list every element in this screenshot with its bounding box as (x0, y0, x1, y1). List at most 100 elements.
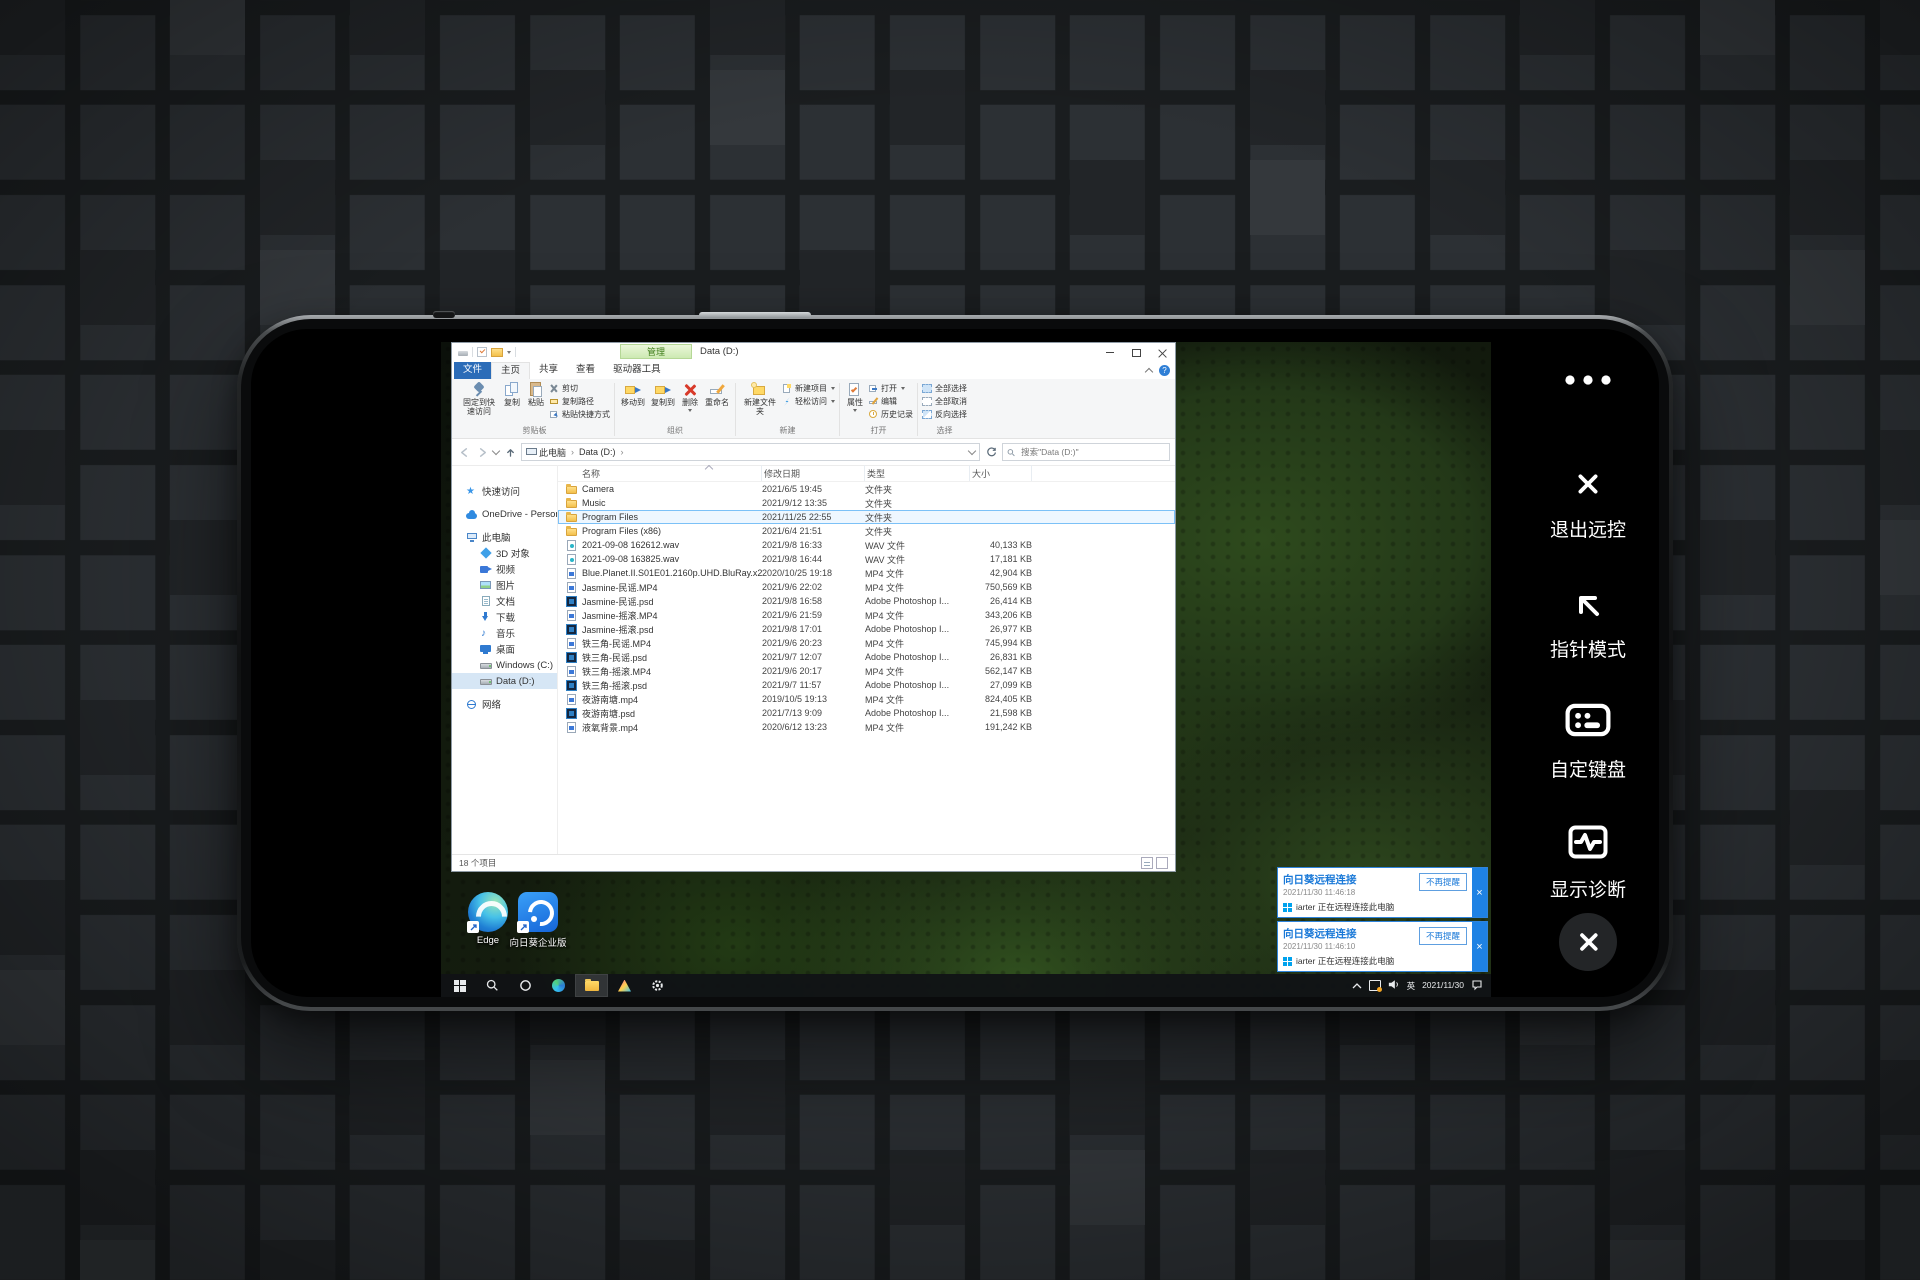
nav-item[interactable]: 桌面 (452, 641, 557, 657)
nav-item[interactable]: OneDrive - Persona (452, 506, 557, 522)
contextual-tab-manage[interactable]: 管理 (620, 344, 692, 359)
minimize-button[interactable] (1097, 343, 1123, 362)
file-row[interactable]: Jasmine-摇滚.psd 2021/9/8 17:01 Adobe Photos… (558, 622, 1175, 636)
nav-item[interactable]: 此电脑 (452, 529, 557, 545)
tab-share[interactable]: 共享 (530, 362, 567, 379)
file-row[interactable]: 夜游南塘.psd 2021/7/13 9:09 Adobe Photoshop I.… (558, 706, 1175, 720)
cut-button[interactable]: 剪切 (549, 383, 610, 394)
taskbar-edge-button[interactable] (542, 974, 575, 997)
qat-dropdown-icon[interactable] (507, 351, 511, 356)
desktop-icon-sunlogin[interactable]: 向日葵企业版 (507, 892, 569, 949)
breadcrumb-this-pc[interactable]: 此电脑 (539, 446, 566, 459)
remote-desktop-view[interactable]: 管理 Data (D:) 文件 主页 共享 查看 驱动器工具 ? 固定到快速访问… (441, 342, 1491, 997)
nav-item[interactable]: 3D 对象 (452, 545, 557, 561)
file-row[interactable]: Jasmine-民谣.MP4 2021/9/6 22:02 MP4 文件 750,56… (558, 580, 1175, 594)
taskbar-app-a-button[interactable] (608, 974, 641, 997)
tray-sunlogin-icon[interactable] (1368, 980, 1382, 992)
copy-button[interactable]: 复制 (501, 381, 523, 409)
close-button[interactable] (1149, 343, 1175, 362)
open-button[interactable]: 打开 (868, 383, 913, 394)
column-header-size[interactable]: 大小 (970, 465, 1032, 481)
nav-item[interactable]: 图片 (452, 577, 557, 593)
file-row[interactable]: 铁三角-摇滚.MP4 2021/9/6 20:17 MP4 文件 562,147 KB (558, 664, 1175, 678)
nav-item[interactable]: 视频 (452, 561, 557, 577)
file-row[interactable]: Jasmine-民谣.psd 2021/9/8 16:58 Adobe Photos… (558, 594, 1175, 608)
notification-close-button[interactable]: × (1472, 868, 1487, 917)
edit-button[interactable]: 编辑 (868, 396, 913, 407)
collapse-ribbon-icon[interactable] (1144, 367, 1154, 376)
file-row[interactable]: 夜游南塘.mp4 2019/10/5 19:13 MP4 文件 824,405 KB (558, 692, 1175, 706)
tray-clock[interactable]: 2021/11/30 (1422, 981, 1464, 990)
window-titlebar[interactable]: 管理 Data (D:) (452, 343, 1175, 362)
tab-drive-tools[interactable]: 驱动器工具 (604, 362, 670, 379)
action-center-button[interactable] (1471, 979, 1483, 993)
nav-item[interactable]: 快速访问 (452, 483, 557, 499)
file-row[interactable]: Program Files (x86) 2021/6/4 21:51 文件夹 (558, 524, 1175, 538)
nav-item[interactable]: Data (D:) (452, 673, 557, 689)
tab-file[interactable]: 文件 (454, 362, 492, 379)
taskbar-settings-button[interactable] (641, 974, 674, 997)
column-header-name[interactable]: 名称 (566, 465, 762, 481)
nav-item[interactable]: Windows (C:) (452, 657, 557, 673)
copy-to-button[interactable]: 复制到 (649, 381, 677, 409)
new-folder-button[interactable]: 新建文件夹 (740, 381, 780, 417)
delete-button[interactable]: 删除 (679, 381, 701, 415)
tray-volume-button[interactable] (1388, 979, 1400, 992)
invert-selection-button[interactable]: 反向选择 (922, 409, 967, 420)
history-button[interactable]: 历史记录 (868, 409, 913, 420)
file-row[interactable]: Blue.Planet.II.S01E01.2160p.UHD.BluRay.x… (558, 566, 1175, 580)
paste-shortcut-button[interactable]: 粘贴快捷方式 (549, 409, 610, 420)
recent-locations-icon[interactable] (491, 446, 501, 456)
easy-access-button[interactable]: 轻松访问 (782, 396, 835, 407)
column-header-date[interactable]: 修改日期 (762, 465, 865, 481)
properties-button[interactable]: 属性 (844, 381, 866, 415)
select-none-button[interactable]: 全部取消 (922, 396, 967, 407)
column-header-type[interactable]: 类型 (865, 465, 970, 481)
help-icon[interactable]: ? (1159, 365, 1170, 376)
nav-item[interactable]: 下载 (452, 609, 557, 625)
maximize-button[interactable] (1123, 343, 1149, 362)
breadcrumb-drive[interactable]: Data (D:) (579, 447, 616, 457)
more-menu-button[interactable] (1533, 373, 1643, 387)
properties-quick-icon[interactable] (477, 347, 487, 357)
dont-remind-button[interactable]: 不再提醒 (1418, 873, 1467, 891)
file-row[interactable]: 液氧背景.mp4 2020/6/12 13:23 MP4 文件 191,242 KB (558, 720, 1175, 734)
tab-view[interactable]: 查看 (567, 362, 604, 379)
file-row[interactable]: 2021-09-08 163825.wav 2021/9/8 16:44 WAV 文… (558, 552, 1175, 566)
tab-home[interactable]: 主页 (491, 362, 531, 379)
start-button[interactable] (443, 974, 476, 997)
sidebar-button-exit[interactable] (1533, 465, 1643, 503)
file-row[interactable]: 铁三角-民谣.MP4 2021/9/6 20:23 MP4 文件 745,994 KB (558, 636, 1175, 650)
rename-button[interactable]: 重命名 (703, 381, 731, 409)
tray-expand-button[interactable] (1352, 981, 1362, 991)
file-row[interactable]: 铁三角-摇滚.psd 2021/9/7 11:57 Adobe Photoshop … (558, 678, 1175, 692)
refresh-button[interactable] (984, 443, 998, 461)
back-button[interactable] (457, 443, 471, 461)
sidebar-button-keyboard[interactable] (1533, 703, 1643, 737)
pin-to-quick-access-button[interactable]: 固定到快速访问 (459, 381, 499, 417)
view-icons-button[interactable] (1156, 857, 1168, 869)
file-row[interactable]: 2021-09-08 162612.wav 2021/9/8 16:33 WAV 文… (558, 538, 1175, 552)
nav-item[interactable]: 音乐 (452, 625, 557, 641)
file-row[interactable]: Program Files 2021/11/25 22:55 文件夹 (558, 510, 1175, 524)
search-input[interactable] (1019, 446, 1165, 458)
file-row[interactable]: Jasmine-摇滚.MP4 2021/9/6 21:59 MP4 文件 343,20… (558, 608, 1175, 622)
file-row[interactable]: Camera 2021/6/5 19:45 文件夹 (558, 482, 1175, 496)
copy-path-button[interactable]: 复制路径 (549, 396, 610, 407)
tray-language-indicator[interactable]: 英 (1407, 980, 1416, 992)
new-item-button[interactable]: 新建项目 (782, 383, 835, 394)
sidebar-button-pointer[interactable] (1533, 585, 1643, 625)
forward-button[interactable] (475, 443, 489, 461)
breadcrumb[interactable]: 此电脑 › Data (D:) › (521, 443, 980, 461)
collapse-sidebar-button[interactable] (1533, 913, 1643, 971)
taskbar-search-button[interactable] (476, 974, 509, 997)
new-folder-quick-icon[interactable] (491, 348, 503, 357)
address-dropdown-icon[interactable] (967, 446, 977, 456)
dont-remind-button[interactable]: 不再提醒 (1418, 927, 1467, 945)
file-row[interactable]: Music 2021/9/12 13:35 文件夹 (558, 496, 1175, 510)
taskbar-explorer-button[interactable] (575, 974, 608, 997)
nav-item[interactable]: 网络 (452, 696, 557, 712)
cortana-button[interactable] (509, 974, 542, 997)
file-row[interactable]: 铁三角-民谣.psd 2021/9/7 12:07 Adobe Photoshop … (558, 650, 1175, 664)
view-details-button[interactable] (1141, 857, 1153, 869)
